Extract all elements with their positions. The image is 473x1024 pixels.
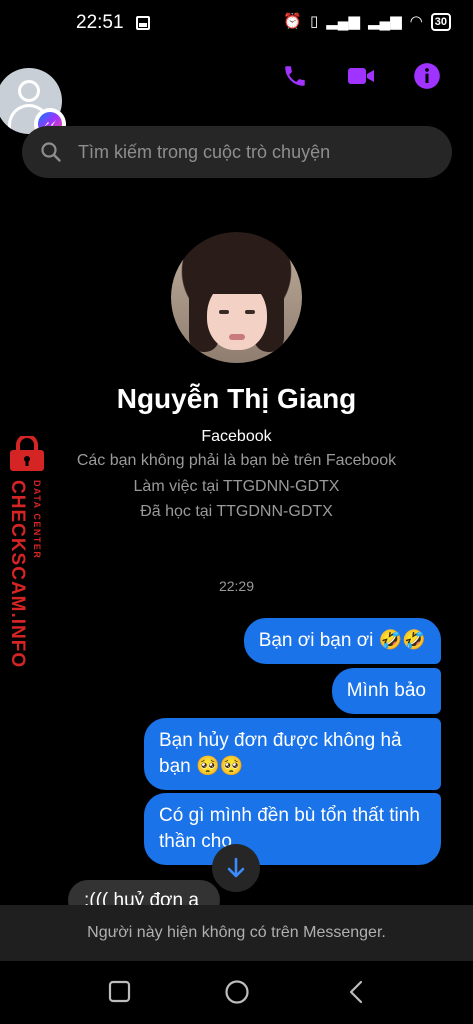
profile-info-line: Các bạn không phải là bạn bè trên Facebo… <box>76 452 397 469</box>
profile-info-line: Làm việc tại TTGDNN-GDTX <box>133 478 340 495</box>
message-timestamp: 22:29 <box>218 578 255 594</box>
wifi-icon: ◠ <box>409 13 423 30</box>
image-icon <box>136 16 150 30</box>
message-bubble-outgoing[interactable]: Bạn ơi bạn ơi 🤣🤣 <box>243 618 441 664</box>
status-icons: ⏰ ▯ ▂▄▆ ▂▄▆ ◠ 30 <box>283 12 451 32</box>
default-avatar-icon <box>18 80 40 102</box>
phone-call-button[interactable] <box>281 62 309 90</box>
back-button[interactable] <box>344 979 370 1005</box>
chevron-left-icon <box>349 980 363 1004</box>
signal-icon: ▂▄▆ <box>367 13 402 30</box>
watermark: CHECKSCAM.INFO DATA CENTER <box>2 436 52 669</box>
square-icon <box>108 980 131 1003</box>
info-button[interactable] <box>413 62 441 90</box>
unavailable-notice: Người này hiện không có trên Messenger. <box>0 905 473 961</box>
search-placeholder: Tìm kiếm trong cuộc trò chuyện <box>78 141 331 162</box>
video-call-button[interactable] <box>347 62 375 90</box>
photo-eye <box>219 310 229 314</box>
photo-eye <box>245 310 255 314</box>
arrow-down-icon <box>227 857 245 878</box>
home-button[interactable] <box>224 979 250 1005</box>
battery-icon: 30 <box>430 13 451 31</box>
photo-lips <box>229 334 245 340</box>
header-actions <box>281 62 441 90</box>
message-bubble-outgoing[interactable]: Bạn hủy đơn được không hả bạn 🥺🥺 <box>144 718 441 790</box>
video-call-icon <box>348 68 374 84</box>
scroll-to-bottom-button[interactable] <box>212 844 260 892</box>
alarm-icon: ⏰ <box>283 13 302 30</box>
info-icon <box>414 63 440 89</box>
profile-subtitle[interactable]: Facebook <box>0 428 473 446</box>
notice-text: Người này hiện không có trên Messenger. <box>87 924 386 941</box>
status-bar: 22:51 ⏰ ▯ ▂▄▆ ▂▄▆ ◠ 30 <box>0 0 473 48</box>
profile-info-line: Đã học tại TTGDNN-GDTX <box>140 503 333 520</box>
search-icon <box>40 141 62 163</box>
profile-name: Nguyễn Thị Giang <box>116 383 357 414</box>
watermark-brand: CHECKSCAM.INFO <box>7 480 28 669</box>
message-bubble-outgoing[interactable]: Có gì mình đền bù tổn thất tinh thần cho <box>144 793 441 865</box>
phone-call-icon <box>285 66 305 86</box>
lock-icon <box>10 436 44 471</box>
system-nav-bar <box>0 961 473 1024</box>
recent-apps-button[interactable] <box>107 979 133 1005</box>
status-time: 22:51 <box>76 12 124 33</box>
signal-icon: ▂▄▆ <box>326 13 360 30</box>
message-bubble-outgoing[interactable]: Mình bảo <box>331 668 441 714</box>
profile-photo[interactable] <box>171 232 302 363</box>
watermark-subtitle: DATA CENTER <box>32 480 42 560</box>
circle-icon <box>225 980 249 1004</box>
search-input[interactable]: Tìm kiếm trong cuộc trò chuyện <box>22 126 452 178</box>
vibrate-icon: ▯ <box>309 13 319 30</box>
photo-bangs <box>201 260 273 294</box>
